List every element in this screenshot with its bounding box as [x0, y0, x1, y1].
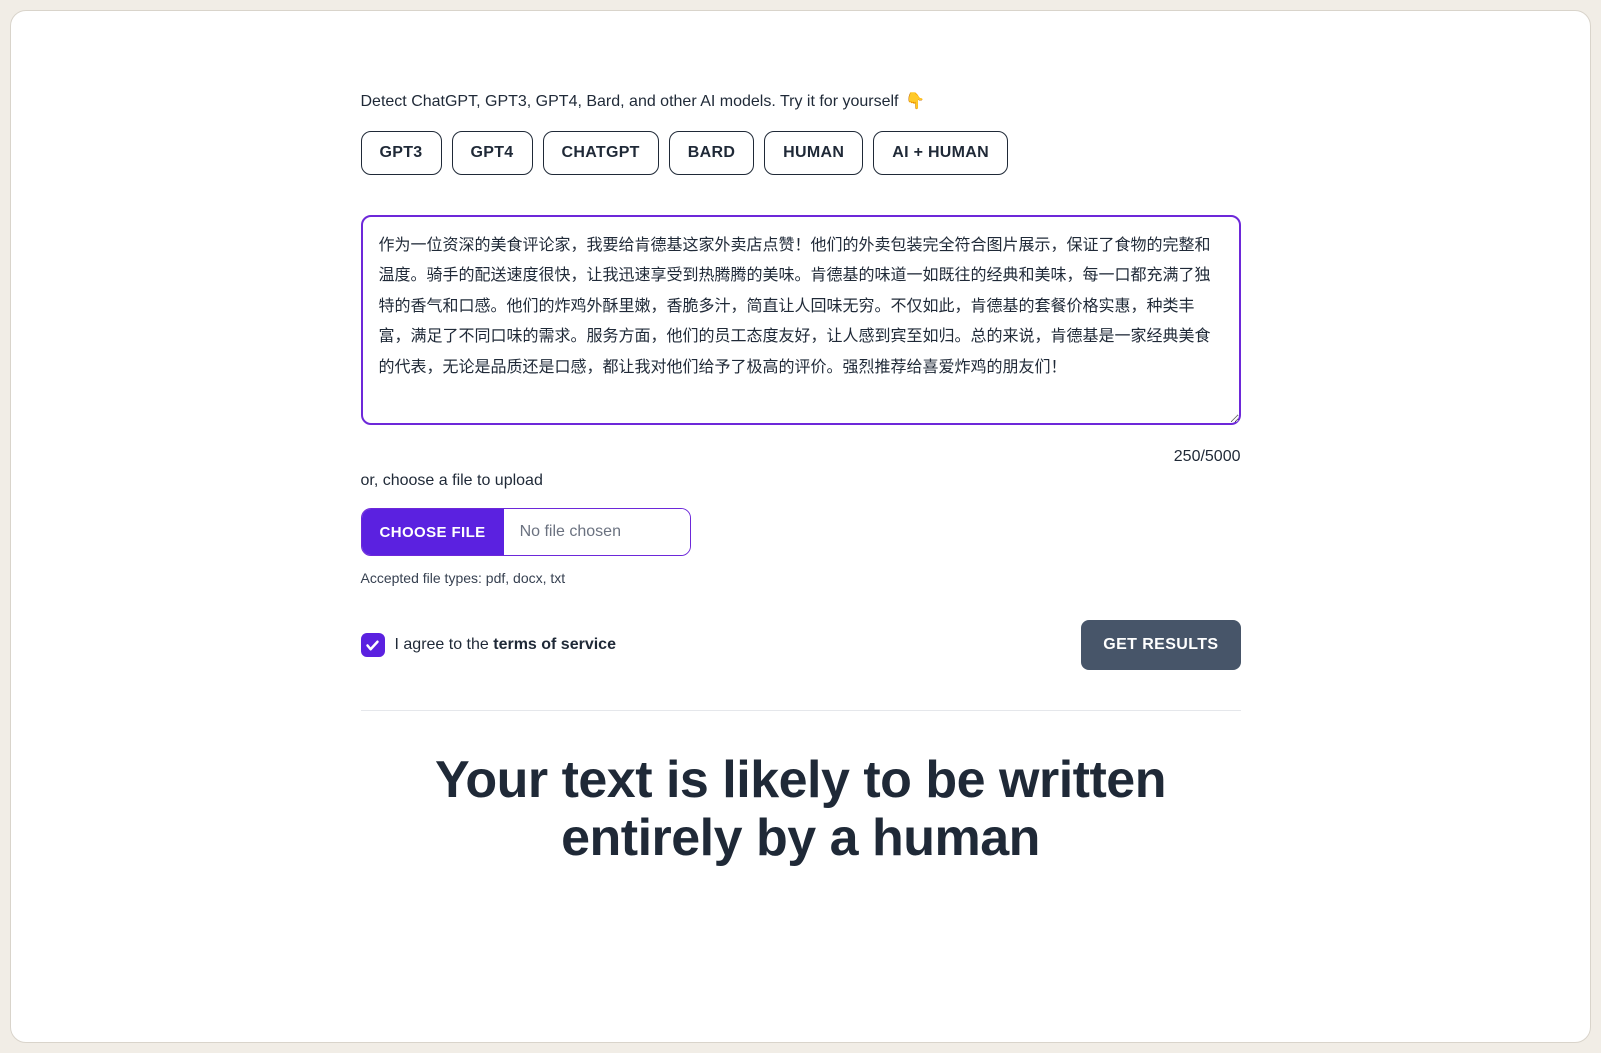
tos-checkbox[interactable] [361, 633, 385, 657]
char-counter: 250/5000 [361, 448, 1241, 466]
tagline-text: Detect ChatGPT, GPT3, GPT4, Bard, and ot… [361, 93, 903, 110]
pill-chatgpt[interactable]: CHATGPT [543, 131, 659, 175]
choose-file-button[interactable]: CHOOSE FILE [362, 509, 504, 555]
pill-bard[interactable]: BARD [669, 131, 754, 175]
file-name-display: No file chosen [504, 509, 690, 555]
agree-prefix: I agree to the [395, 636, 494, 653]
pill-ai-human[interactable]: AI + HUMAN [873, 131, 1008, 175]
result-heading: Your text is likely to be written entire… [361, 751, 1241, 867]
tos-link[interactable]: terms of service [493, 636, 616, 653]
text-input[interactable] [361, 215, 1241, 425]
pill-human[interactable]: HUMAN [764, 131, 863, 175]
model-pill-row: GPT3 GPT4 CHATGPT BARD HUMAN AI + HUMAN [361, 131, 1241, 175]
app-window: Detect ChatGPT, GPT3, GPT4, Bard, and ot… [10, 10, 1591, 1043]
divider [361, 710, 1241, 711]
point-down-icon: 👇 [905, 93, 925, 110]
upload-label: or, choose a file to upload [361, 472, 1241, 490]
pill-gpt3[interactable]: GPT3 [361, 131, 442, 175]
get-results-button[interactable]: GET RESULTS [1081, 620, 1240, 670]
file-upload-row: CHOOSE FILE No file chosen [361, 508, 691, 556]
tagline: Detect ChatGPT, GPT3, GPT4, Bard, and ot… [361, 91, 1241, 111]
accepted-file-types: Accepted file types: pdf, docx, txt [361, 570, 1241, 586]
agree-text: I agree to the terms of service [395, 636, 616, 654]
check-icon [365, 638, 380, 653]
agree-row: I agree to the terms of service [361, 633, 616, 657]
pill-gpt4[interactable]: GPT4 [452, 131, 533, 175]
main-content: Detect ChatGPT, GPT3, GPT4, Bard, and ot… [341, 11, 1261, 927]
action-row: I agree to the terms of service GET RESU… [361, 620, 1241, 670]
